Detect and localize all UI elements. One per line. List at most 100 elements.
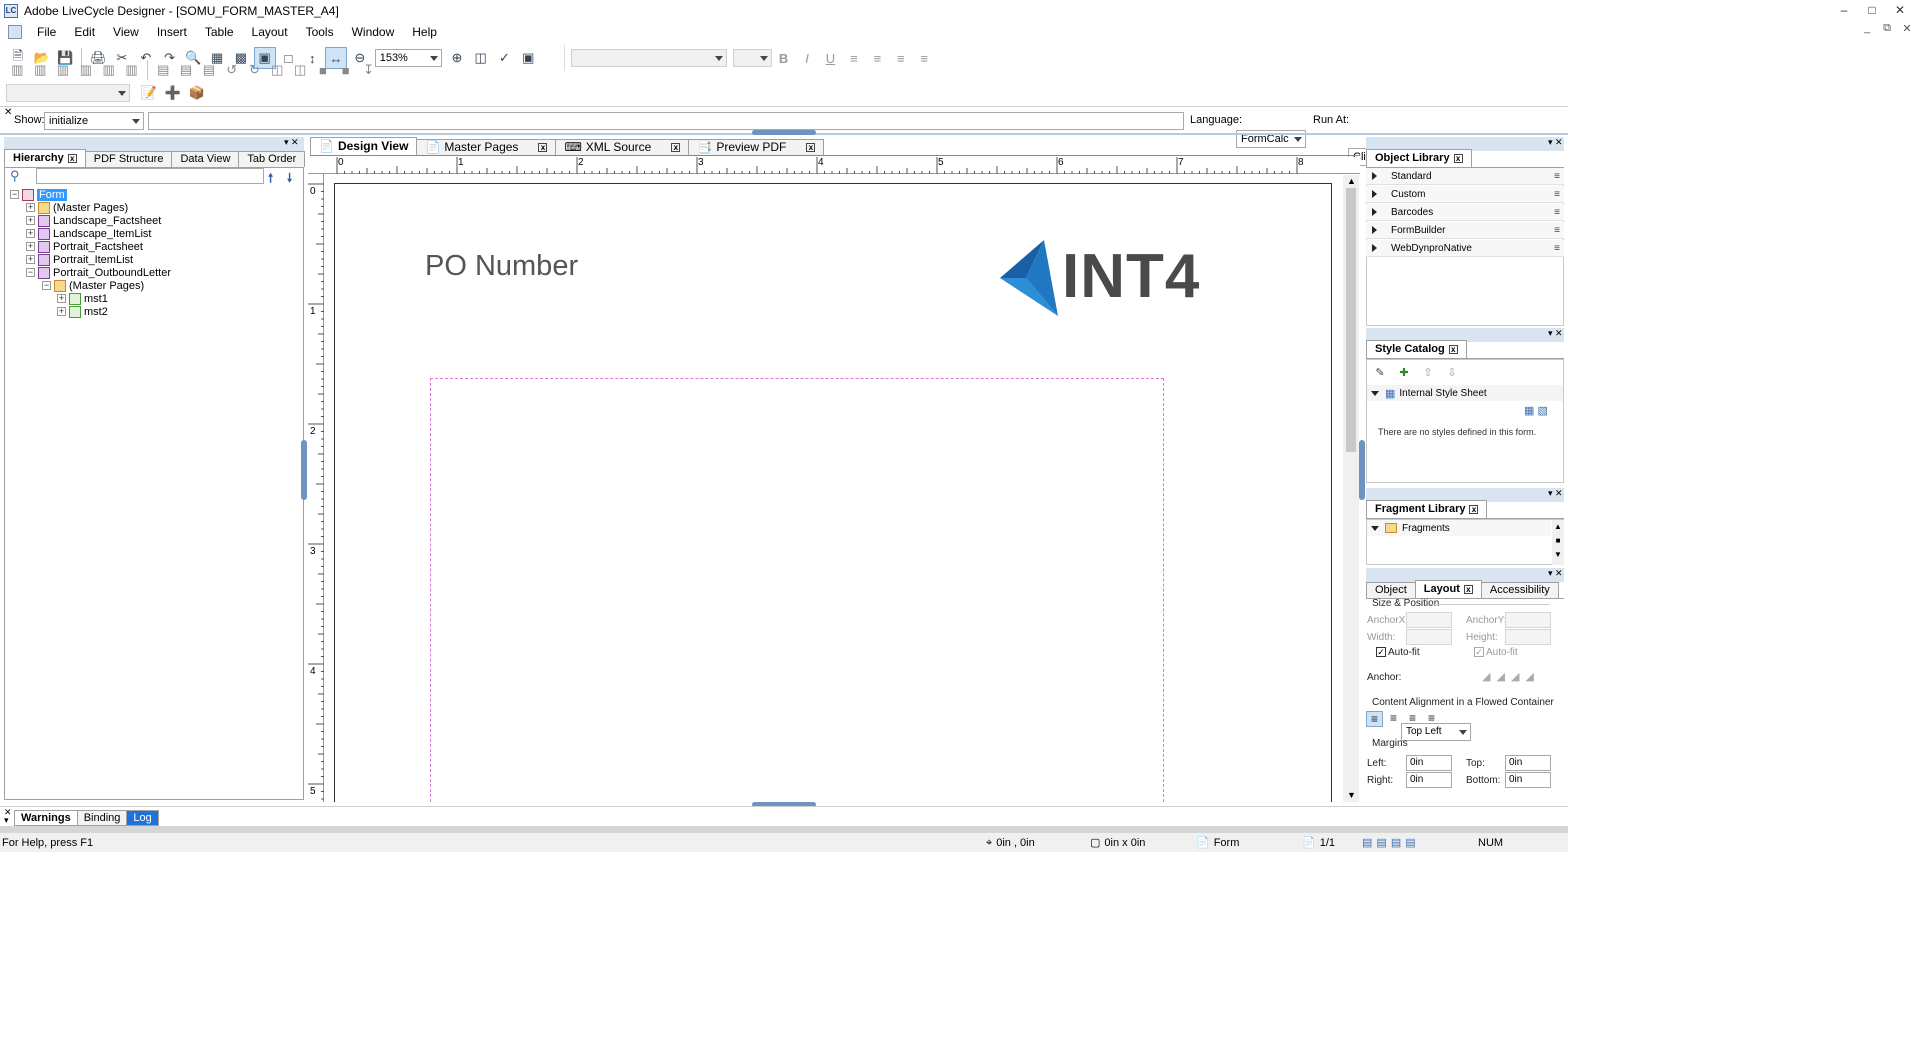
- int4-logo[interactable]: INT4: [998, 240, 1199, 318]
- close-icon[interactable]: x: [67, 154, 77, 163]
- scroll-down-icon[interactable]: ▼: [1347, 790, 1356, 800]
- align-right-icon[interactable]: ≡: [890, 47, 911, 69]
- rotate-90-icon[interactable]: ◢: [1496, 670, 1504, 683]
- align-right-edges-icon[interactable]: ▥: [30, 59, 51, 81]
- maximize-icon[interactable]: □: [1859, 0, 1885, 20]
- fragment-icon[interactable]: 📦: [186, 82, 208, 104]
- tab-object-library[interactable]: Object Library x: [1366, 149, 1472, 167]
- flow-align-right-icon[interactable]: ≡: [1404, 711, 1421, 727]
- align-hcenter-icon[interactable]: ▥: [121, 59, 142, 81]
- margin-right-field[interactable]: 0in: [1406, 772, 1452, 788]
- menu-edit[interactable]: Edit: [65, 22, 104, 42]
- menu-file[interactable]: File: [28, 22, 65, 42]
- margin-top-field[interactable]: 0in: [1505, 755, 1551, 771]
- new-style-icon[interactable]: ✚: [1395, 364, 1413, 380]
- tab-tab-order[interactable]: Tab Order: [238, 151, 306, 167]
- expand-icon[interactable]: [1372, 208, 1377, 216]
- expand-icon[interactable]: +: [26, 203, 35, 212]
- image-icon[interactable]: ▣: [517, 47, 539, 69]
- tab-warnings[interactable]: Warnings: [14, 810, 78, 826]
- left-splitter-handle[interactable]: [301, 440, 307, 500]
- doc-restore-icon[interactable]: ⧉: [1879, 22, 1895, 38]
- library-item-barcodes[interactable]: Barcodes ≡: [1366, 204, 1564, 221]
- font-name-select[interactable]: [571, 49, 727, 67]
- rotate-270-icon[interactable]: ◢: [1525, 670, 1533, 683]
- anchor-x-field[interactable]: [1406, 612, 1452, 628]
- right-splitter-handle[interactable]: [1359, 440, 1365, 500]
- close-icon[interactable]: x: [671, 143, 681, 152]
- script-editor-icon[interactable]: 📝: [138, 82, 160, 104]
- script-editor-input[interactable]: [148, 112, 1184, 130]
- center-page-icon[interactable]: ▤: [198, 59, 219, 81]
- content-area[interactable]: [430, 378, 1164, 802]
- margin-bottom-field[interactable]: 0in: [1505, 772, 1551, 788]
- tree-node[interactable]: + Landscape_Factsheet: [26, 214, 161, 227]
- arrow-down-icon[interactable]: 🠗: [287, 169, 292, 190]
- align-bottom-icon[interactable]: ▥: [75, 59, 96, 81]
- close-icon[interactable]: x: [806, 143, 816, 152]
- align-top-icon[interactable]: ▥: [53, 59, 74, 81]
- tab-master-pages[interactable]: 📄 Master Pages x: [416, 139, 557, 155]
- arrow-up-icon[interactable]: 🠕: [268, 169, 273, 190]
- tab-style-catalog[interactable]: Style Catalog x: [1366, 340, 1467, 358]
- export-style-icon[interactable]: ⇩: [1443, 364, 1461, 380]
- panel-menu-icon[interactable]: ▾ ✕: [1548, 137, 1563, 148]
- import-style-icon[interactable]: ⇧: [1419, 364, 1437, 380]
- rotate-left-icon[interactable]: ↺: [221, 59, 242, 81]
- expand-icon[interactable]: [1372, 172, 1377, 180]
- add-style-icon[interactable]: ▦ ▧: [1524, 404, 1548, 417]
- expand-icon[interactable]: +: [26, 255, 35, 264]
- tab-layout[interactable]: Layout x: [1414, 580, 1482, 598]
- table-icon[interactable]: ◫: [470, 47, 492, 69]
- tree-node[interactable]: + mst1: [57, 292, 108, 305]
- close-icon[interactable]: x: [538, 143, 548, 152]
- tab-hierarchy[interactable]: Hierarchy x: [4, 149, 86, 167]
- font-size-select[interactable]: [732, 49, 772, 67]
- menu-window[interactable]: Window: [343, 22, 404, 42]
- scrollbar-thumb[interactable]: [1346, 188, 1356, 452]
- split-view-icon[interactable]: ▤: [1391, 834, 1401, 852]
- menu-icon[interactable]: ≡: [1554, 243, 1560, 254]
- tab-preview-pdf[interactable]: 📑 Preview PDF x: [688, 139, 825, 155]
- panel-menu-icon[interactable]: ▾ ✕: [1548, 488, 1563, 499]
- flow-align-center-icon[interactable]: ≡: [1385, 711, 1402, 727]
- align-left-edges-icon[interactable]: ▥: [7, 59, 28, 81]
- tab-accessibility[interactable]: Accessibility: [1480, 582, 1559, 598]
- close-icon[interactable]: x: [1448, 345, 1458, 354]
- tab-xml-source[interactable]: ⌨ XML Source x: [555, 139, 690, 155]
- check-spelling-icon[interactable]: ✓: [494, 47, 516, 69]
- tree-node[interactable]: − Portrait_OutboundLetter: [26, 266, 171, 279]
- distribute-v-icon[interactable]: ▤: [176, 59, 197, 81]
- panel-menu-icon[interactable]: ▾ ✕: [1548, 568, 1563, 579]
- show-select[interactable]: initialize: [44, 112, 144, 130]
- collapse-icon[interactable]: −: [42, 281, 51, 290]
- tree-node[interactable]: + mst2: [57, 305, 108, 318]
- expand-icon[interactable]: +: [57, 294, 66, 303]
- tree-node[interactable]: − (Master Pages): [42, 279, 144, 292]
- height-autofit-checkbox[interactable]: ✓: [1474, 647, 1484, 657]
- collapse-icon[interactable]: [1371, 390, 1379, 396]
- menu-icon[interactable]: ≡: [1554, 171, 1560, 182]
- top-splitter-handle[interactable]: [752, 130, 816, 135]
- zoom-select[interactable]: 153%: [374, 49, 442, 67]
- library-item-standard[interactable]: Standard ≡: [1366, 168, 1564, 185]
- expand-icon[interactable]: [1372, 226, 1377, 234]
- tree-node[interactable]: + (Master Pages): [26, 201, 128, 214]
- doc-close-icon[interactable]: ✕: [1899, 22, 1915, 38]
- close-icon[interactable]: x: [1453, 154, 1463, 163]
- align-center-icon[interactable]: ≡: [867, 47, 888, 69]
- tree-node[interactable]: + Landscape_ItemList: [26, 227, 151, 240]
- menu-help[interactable]: Help: [403, 22, 446, 42]
- distribute-h-icon[interactable]: ▤: [153, 59, 174, 81]
- tree-node[interactable]: − Form: [10, 188, 67, 201]
- menu-icon[interactable]: ≡: [1554, 189, 1560, 200]
- fragment-scrollbar[interactable]: ▲ ■ ▼: [1552, 520, 1564, 565]
- hierarchy-search-input[interactable]: [36, 168, 264, 184]
- expand-icon[interactable]: [1372, 244, 1377, 252]
- object-select[interactable]: [6, 84, 130, 102]
- script-bar-close-icon[interactable]: ✕: [4, 107, 12, 118]
- doc-minimize-icon[interactable]: _: [1859, 22, 1875, 38]
- menu-layout[interactable]: Layout: [243, 22, 297, 42]
- justify-icon[interactable]: ≡: [914, 47, 935, 69]
- height-field[interactable]: [1505, 629, 1551, 645]
